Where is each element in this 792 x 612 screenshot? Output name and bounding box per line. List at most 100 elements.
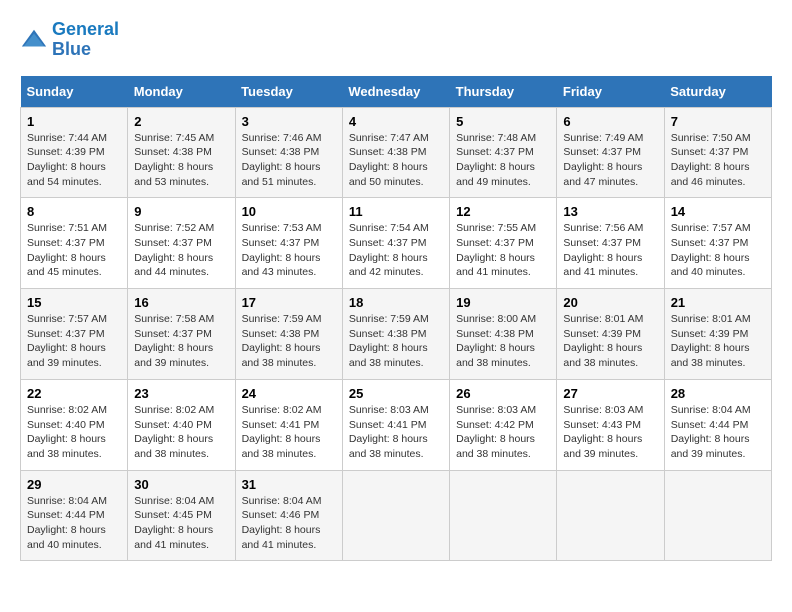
calendar-cell: 24Sunrise: 8:02 AMSunset: 4:41 PMDayligh… <box>235 379 342 470</box>
weekday-header: Thursday <box>450 76 557 108</box>
weekday-header: Wednesday <box>342 76 449 108</box>
weekday-header: Sunday <box>21 76 128 108</box>
calendar-cell: 6Sunrise: 7:49 AMSunset: 4:37 PMDaylight… <box>557 107 664 198</box>
page-header: General Blue <box>20 20 772 60</box>
cell-info: Sunrise: 8:02 AMSunset: 4:41 PMDaylight:… <box>242 403 336 462</box>
cell-info: Sunrise: 7:57 AMSunset: 4:37 PMDaylight:… <box>671 221 765 280</box>
day-number: 13 <box>563 204 657 219</box>
day-number: 31 <box>242 477 336 492</box>
day-number: 3 <box>242 114 336 129</box>
cell-info: Sunrise: 7:48 AMSunset: 4:37 PMDaylight:… <box>456 131 550 190</box>
calendar-cell: 1 Sunrise: 7:44 AMSunset: 4:39 PMDaylight… <box>21 107 128 198</box>
cell-info: Sunrise: 7:51 AMSunset: 4:37 PMDaylight:… <box>27 221 121 280</box>
day-number: 11 <box>349 204 443 219</box>
calendar-cell: 28 Sunrise: 8:04 AMSunset: 4:44 PMDayligh… <box>664 379 771 470</box>
cell-info: Sunrise: 7:50 AMSunset: 4:37 PMDaylight:… <box>671 131 765 190</box>
calendar-cell: 16 Sunrise: 7:58 AMSunset: 4:37 PMDayligh… <box>128 289 235 380</box>
day-number: 5 <box>456 114 550 129</box>
calendar-table: SundayMondayTuesdayWednesdayThursdayFrid… <box>20 76 772 562</box>
cell-info: Sunrise: 7:47 AMSunset: 4:38 PMDaylight:… <box>349 131 443 190</box>
day-number: 4 <box>349 114 443 129</box>
cell-info: Sunrise: 7:57 AMSunset: 4:37 PMDaylight:… <box>27 312 121 371</box>
cell-info: Sunrise: 8:02 AMSunset: 4:40 PMDaylight:… <box>134 403 228 462</box>
cell-info: Sunrise: 7:54 AMSunset: 4:37 PMDaylight:… <box>349 221 443 280</box>
calendar-week-row: 15 Sunrise: 7:57 AMSunset: 4:37 PMDayligh… <box>21 289 772 380</box>
calendar-cell: 27 Sunrise: 8:03 AMSunset: 4:43 PMDayligh… <box>557 379 664 470</box>
day-number: 1 <box>27 114 121 129</box>
day-number: 19 <box>456 295 550 310</box>
calendar-cell: 7 Sunrise: 7:50 AMSunset: 4:37 PMDaylight… <box>664 107 771 198</box>
cell-info: Sunrise: 7:59 AMSunset: 4:38 PMDaylight:… <box>349 312 443 371</box>
calendar-cell: 19Sunrise: 8:00 AMSunset: 4:38 PMDayligh… <box>450 289 557 380</box>
cell-info: Sunrise: 8:01 AMSunset: 4:39 PMDaylight:… <box>671 312 765 371</box>
cell-info: Sunrise: 8:03 AMSunset: 4:42 PMDaylight:… <box>456 403 550 462</box>
day-number: 27 <box>563 386 657 401</box>
calendar-week-row: 22 Sunrise: 8:02 AMSunset: 4:40 PMDayligh… <box>21 379 772 470</box>
calendar-body: 1 Sunrise: 7:44 AMSunset: 4:39 PMDaylight… <box>21 107 772 561</box>
cell-info: Sunrise: 8:01 AMSunset: 4:39 PMDaylight:… <box>563 312 657 371</box>
cell-info: Sunrise: 7:53 AMSunset: 4:37 PMDaylight:… <box>242 221 336 280</box>
day-number: 7 <box>671 114 765 129</box>
calendar-cell: 2 Sunrise: 7:45 AMSunset: 4:38 PMDaylight… <box>128 107 235 198</box>
weekday-header: Monday <box>128 76 235 108</box>
cell-info: Sunrise: 8:04 AMSunset: 4:44 PMDaylight:… <box>27 494 121 553</box>
calendar-cell: 13Sunrise: 7:56 AMSunset: 4:37 PMDayligh… <box>557 198 664 289</box>
calendar-cell: 10Sunrise: 7:53 AMSunset: 4:37 PMDayligh… <box>235 198 342 289</box>
calendar-cell: 3 Sunrise: 7:46 AMSunset: 4:38 PMDaylight… <box>235 107 342 198</box>
calendar-cell: 9Sunrise: 7:52 AMSunset: 4:37 PMDaylight… <box>128 198 235 289</box>
calendar-cell: 30 Sunrise: 8:04 AMSunset: 4:45 PMDayligh… <box>128 470 235 561</box>
calendar-week-row: 8 Sunrise: 7:51 AMSunset: 4:37 PMDaylight… <box>21 198 772 289</box>
cell-info: Sunrise: 8:03 AMSunset: 4:43 PMDaylight:… <box>563 403 657 462</box>
day-number: 2 <box>134 114 228 129</box>
day-number: 12 <box>456 204 550 219</box>
calendar-cell <box>664 470 771 561</box>
day-number: 23 <box>134 386 228 401</box>
cell-info: Sunrise: 7:58 AMSunset: 4:37 PMDaylight:… <box>134 312 228 371</box>
day-number: 21 <box>671 295 765 310</box>
cell-info: Sunrise: 7:44 AMSunset: 4:39 PMDaylight:… <box>27 131 121 190</box>
cell-info: Sunrise: 7:59 AMSunset: 4:38 PMDaylight:… <box>242 312 336 371</box>
calendar-cell: 21 Sunrise: 8:01 AMSunset: 4:39 PMDayligh… <box>664 289 771 380</box>
day-number: 26 <box>456 386 550 401</box>
calendar-cell: 29 Sunrise: 8:04 AMSunset: 4:44 PMDayligh… <box>21 470 128 561</box>
cell-info: Sunrise: 8:04 AMSunset: 4:46 PMDaylight:… <box>242 494 336 553</box>
day-number: 8 <box>27 204 121 219</box>
day-number: 29 <box>27 477 121 492</box>
calendar-cell: 4 Sunrise: 7:47 AMSunset: 4:38 PMDaylight… <box>342 107 449 198</box>
calendar-cell: 5 Sunrise: 7:48 AMSunset: 4:37 PMDaylight… <box>450 107 557 198</box>
cell-info: Sunrise: 8:04 AMSunset: 4:44 PMDaylight:… <box>671 403 765 462</box>
day-number: 20 <box>563 295 657 310</box>
calendar-cell: 11 Sunrise: 7:54 AMSunset: 4:37 PMDayligh… <box>342 198 449 289</box>
day-number: 30 <box>134 477 228 492</box>
cell-info: Sunrise: 8:03 AMSunset: 4:41 PMDaylight:… <box>349 403 443 462</box>
day-number: 17 <box>242 295 336 310</box>
calendar-cell: 25 Sunrise: 8:03 AMSunset: 4:41 PMDayligh… <box>342 379 449 470</box>
calendar-week-row: 1 Sunrise: 7:44 AMSunset: 4:39 PMDaylight… <box>21 107 772 198</box>
calendar-cell: 14 Sunrise: 7:57 AMSunset: 4:37 PMDayligh… <box>664 198 771 289</box>
cell-info: Sunrise: 7:46 AMSunset: 4:38 PMDaylight:… <box>242 131 336 190</box>
calendar-cell: 12 Sunrise: 7:55 AMSunset: 4:37 PMDayligh… <box>450 198 557 289</box>
day-number: 28 <box>671 386 765 401</box>
logo-text: General Blue <box>52 20 119 60</box>
weekday-header: Saturday <box>664 76 771 108</box>
calendar-cell <box>342 470 449 561</box>
calendar-cell: 15 Sunrise: 7:57 AMSunset: 4:37 PMDayligh… <box>21 289 128 380</box>
weekday-header: Friday <box>557 76 664 108</box>
cell-info: Sunrise: 8:04 AMSunset: 4:45 PMDaylight:… <box>134 494 228 553</box>
day-number: 22 <box>27 386 121 401</box>
day-number: 16 <box>134 295 228 310</box>
calendar-cell: 23 Sunrise: 8:02 AMSunset: 4:40 PMDayligh… <box>128 379 235 470</box>
calendar-cell: 18Sunrise: 7:59 AMSunset: 4:38 PMDayligh… <box>342 289 449 380</box>
cell-info: Sunrise: 7:55 AMSunset: 4:37 PMDaylight:… <box>456 221 550 280</box>
cell-info: Sunrise: 8:02 AMSunset: 4:40 PMDaylight:… <box>27 403 121 462</box>
day-number: 15 <box>27 295 121 310</box>
day-number: 6 <box>563 114 657 129</box>
calendar-cell: 20 Sunrise: 8:01 AMSunset: 4:39 PMDayligh… <box>557 289 664 380</box>
calendar-cell: 31 Sunrise: 8:04 AMSunset: 4:46 PMDayligh… <box>235 470 342 561</box>
day-number: 25 <box>349 386 443 401</box>
day-number: 14 <box>671 204 765 219</box>
calendar-cell: 17 Sunrise: 7:59 AMSunset: 4:38 PMDayligh… <box>235 289 342 380</box>
calendar-week-row: 29 Sunrise: 8:04 AMSunset: 4:44 PMDayligh… <box>21 470 772 561</box>
cell-info: Sunrise: 7:45 AMSunset: 4:38 PMDaylight:… <box>134 131 228 190</box>
calendar-cell: 22 Sunrise: 8:02 AMSunset: 4:40 PMDayligh… <box>21 379 128 470</box>
